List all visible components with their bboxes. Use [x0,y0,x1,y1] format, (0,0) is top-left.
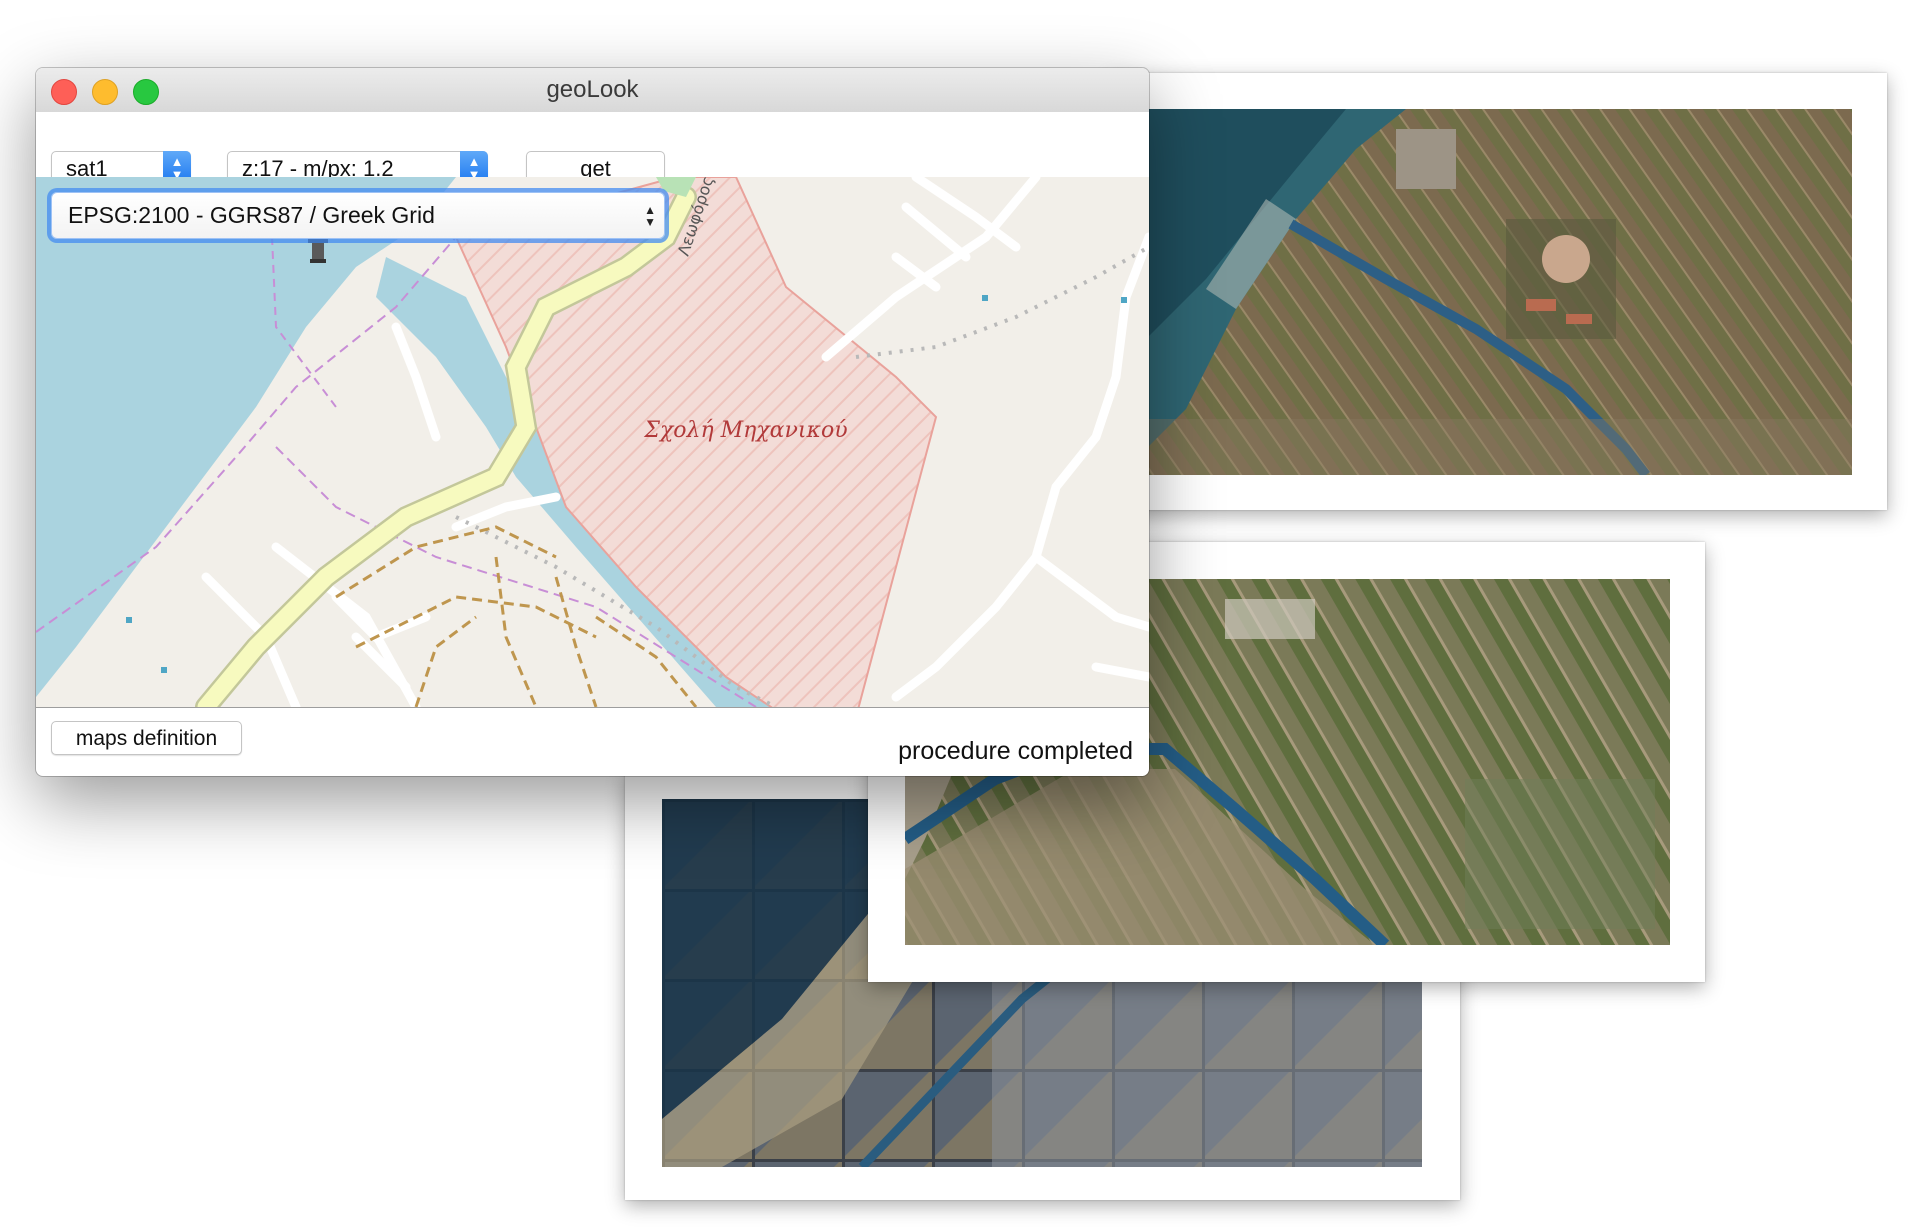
crs-select[interactable]: EPSG:2100 - GGRS87 / Greek Grid ▲ ▼ [51,192,665,239]
satellite-image-card-1 [1110,73,1887,510]
satellite-image-1 [1146,109,1852,475]
status-text: procedure completed [898,737,1133,765]
window-title: geoLook [546,76,639,103]
maps-definition-button[interactable]: maps definition [51,721,242,755]
map-canvas[interactable]: Σχολή Μηχανικού Λεωφόρος [36,177,1149,707]
updown-arrows-icon: ▲ ▼ [644,203,656,229]
school-area-label: Σχολή Μηχανικού [643,418,847,443]
crs-select-value: EPSG:2100 - GGRS87 / Greek Grid [68,202,435,228]
map-view[interactable]: Σχολή Μηχανικού Λεωφόρος [36,177,1149,708]
title-bar[interactable]: geoLook [36,68,1149,113]
geolook-window: geoLook sat1 ▲ ▼ z:17 - m/px: 1.2 ▲ ▼ get [36,68,1149,776]
